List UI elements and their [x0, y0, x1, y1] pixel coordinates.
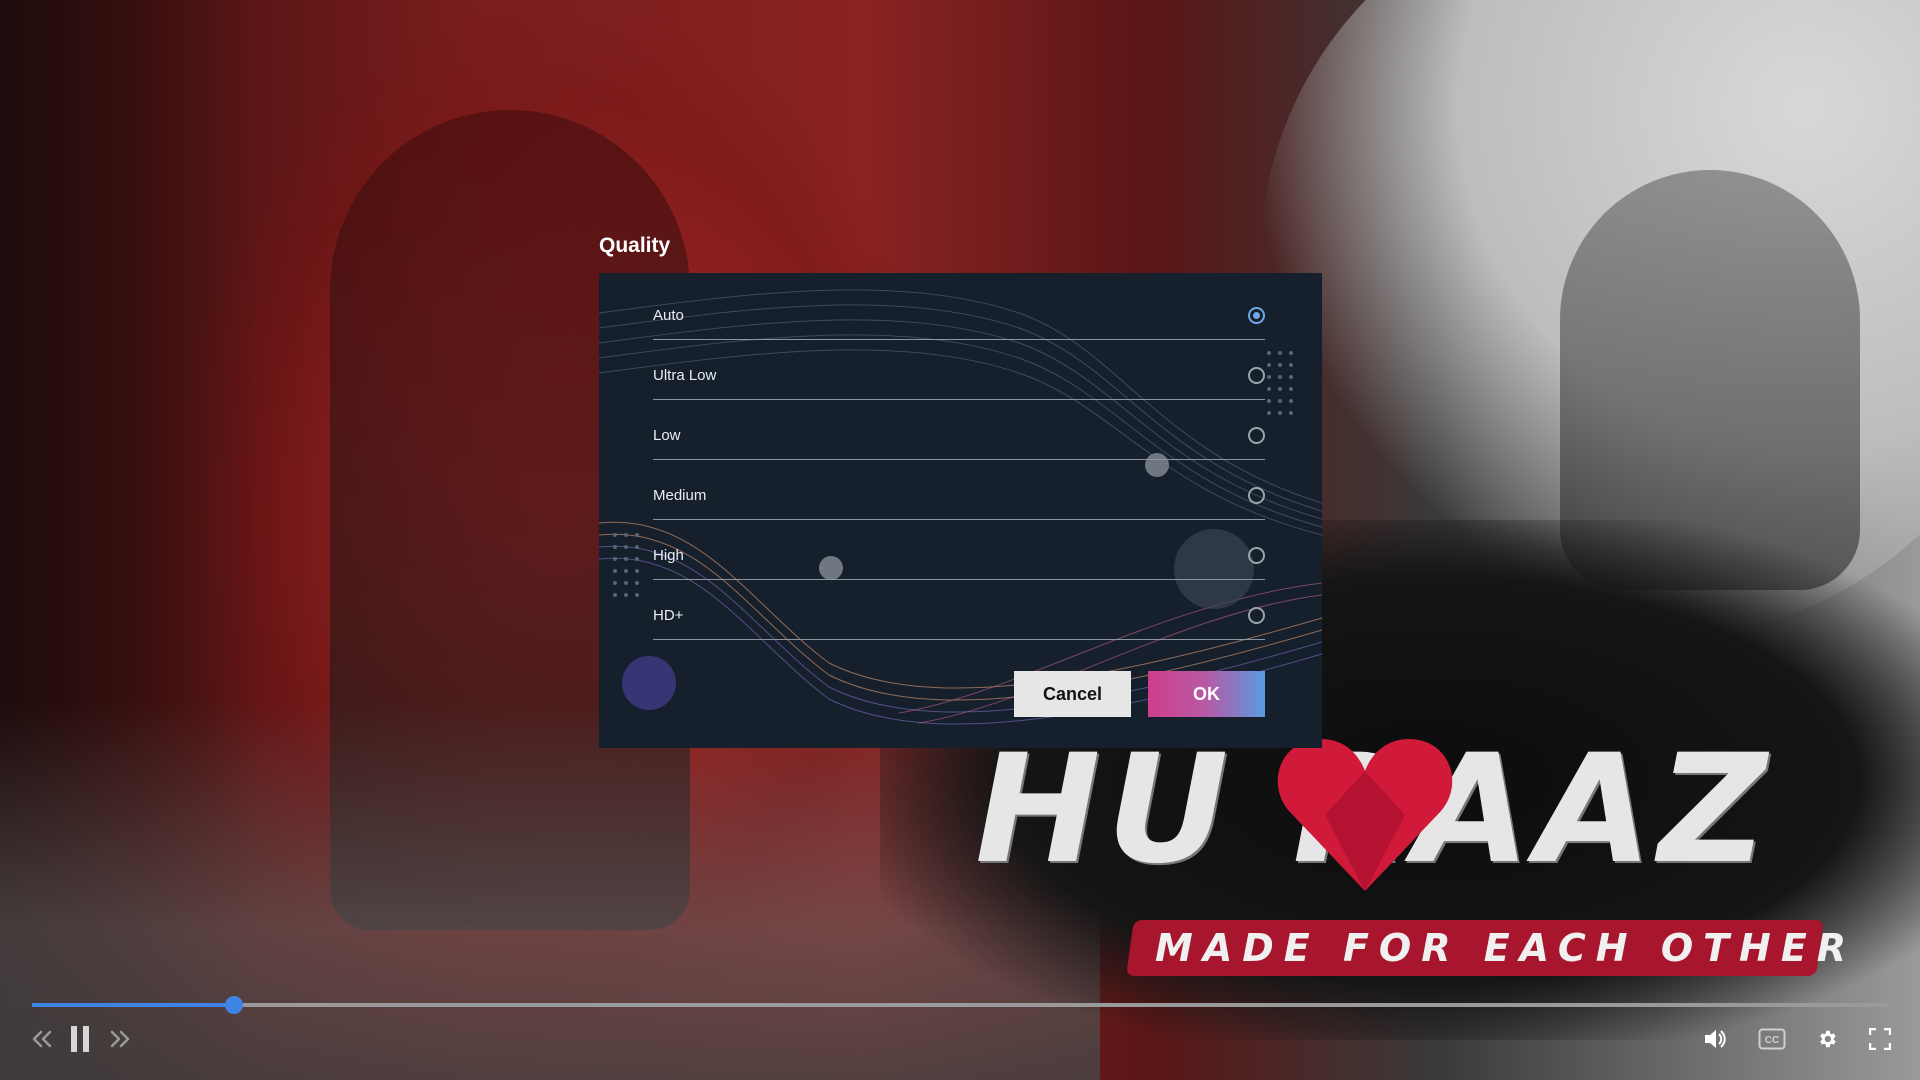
rewind-icon[interactable]: [24, 1024, 60, 1054]
radio-button-selected[interactable]: [1248, 307, 1265, 324]
settings-gear-icon[interactable]: [1809, 1024, 1845, 1054]
progress-fill: [32, 1003, 235, 1007]
progress-bar[interactable]: [32, 996, 1889, 1014]
quality-option-ultra-low[interactable]: Ultra Low: [653, 340, 1265, 400]
volume-icon[interactable]: [1697, 1024, 1733, 1054]
option-label: Medium: [653, 487, 707, 504]
radio-button[interactable]: [1248, 607, 1265, 624]
fullscreen-icon[interactable]: [1862, 1024, 1898, 1054]
option-label: High: [653, 547, 684, 564]
radio-button[interactable]: [1248, 427, 1265, 444]
dialog-title: Quality: [599, 234, 671, 257]
closed-captions-icon[interactable]: CC: [1754, 1024, 1790, 1054]
svg-text:CC: CC: [1765, 1035, 1779, 1046]
radio-button[interactable]: [1248, 367, 1265, 384]
option-label: HD+: [653, 607, 684, 624]
radio-button[interactable]: [1248, 487, 1265, 504]
option-label: Ultra Low: [653, 367, 717, 384]
quality-option-auto[interactable]: Auto: [653, 280, 1265, 340]
quality-option-high[interactable]: High: [653, 520, 1265, 580]
option-label: Auto: [653, 307, 684, 324]
pause-icon[interactable]: [62, 1024, 98, 1054]
logo-subtitle: MADE FOR EACH OTHER: [1155, 926, 1857, 970]
option-label: Low: [653, 427, 681, 444]
ok-button[interactable]: OK: [1148, 671, 1265, 717]
quality-option-low[interactable]: Low: [653, 400, 1265, 460]
quality-option-hd-plus[interactable]: HD+: [653, 580, 1265, 640]
quality-option-medium[interactable]: Medium: [653, 460, 1265, 520]
quality-dialog: Auto Ultra Low Low Medium High HD+ Cance…: [599, 273, 1322, 748]
fast-forward-icon[interactable]: [102, 1024, 138, 1054]
radio-button[interactable]: [1248, 547, 1265, 564]
show-logo: HU RAAZ MADE FOR EACH OTHER: [975, 730, 1895, 990]
cancel-button[interactable]: Cancel: [1014, 671, 1131, 717]
